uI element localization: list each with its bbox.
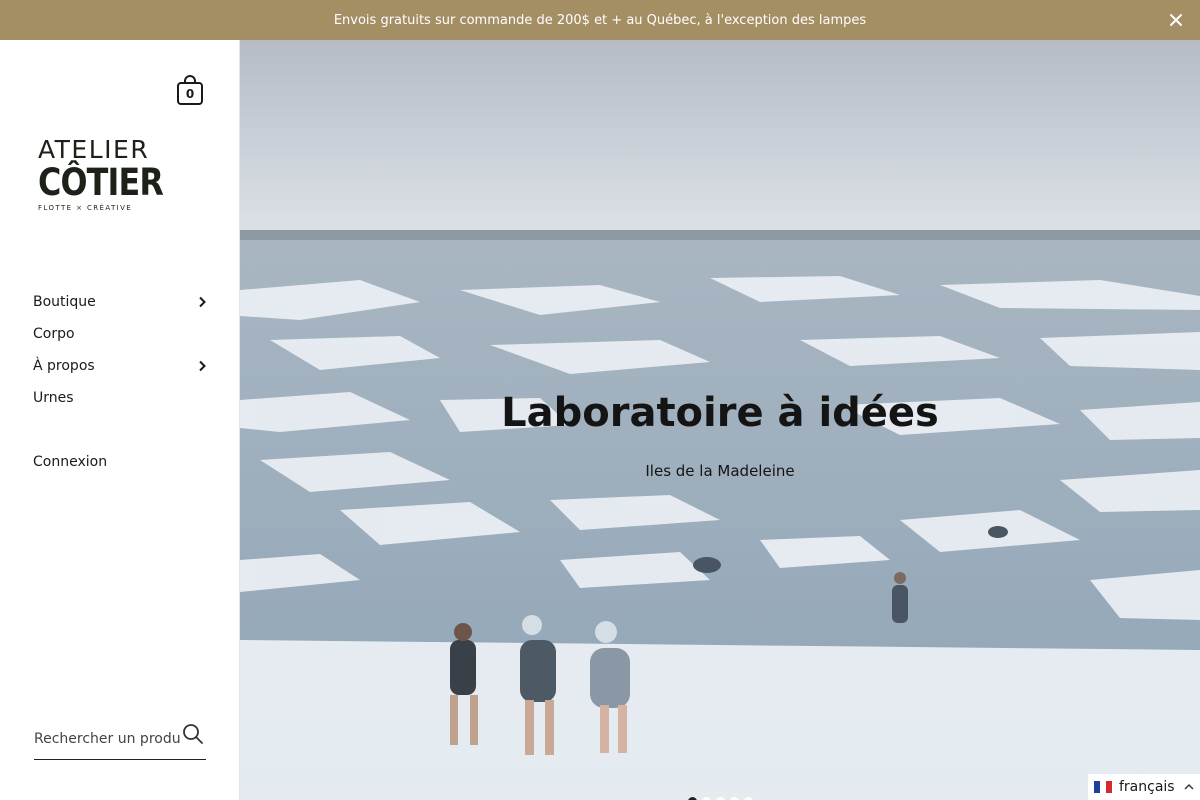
language-selector[interactable]: français — [1088, 774, 1200, 800]
nav-item-label: Boutique — [33, 294, 96, 310]
hero-subtitle: Iles de la Madeleine — [645, 462, 795, 480]
nav-item-label: À propos — [33, 358, 95, 374]
nav-item-urnes[interactable]: Urnes — [33, 382, 208, 414]
nav-item-label: Corpo — [33, 326, 75, 342]
nav-item-label: Urnes — [33, 390, 74, 406]
main-nav: Boutique Corpo À propos Urnes — [33, 286, 208, 414]
nav-item-boutique[interactable]: Boutique — [33, 286, 208, 318]
close-icon[interactable] — [1164, 8, 1188, 32]
nav-item-a-propos[interactable]: À propos — [33, 350, 208, 382]
search-button[interactable] — [182, 723, 206, 747]
search-form — [34, 719, 206, 760]
slide-dots — [675, 790, 765, 800]
chevron-right-icon — [196, 360, 208, 372]
cart-count: 0 — [185, 87, 195, 101]
france-flag-icon — [1094, 781, 1112, 793]
search-input[interactable] — [34, 725, 180, 753]
announcement-text: Envois gratuits sur commande de 200$ et … — [333, 12, 867, 28]
logo-line2: CÔTIER — [38, 161, 164, 204]
language-label: français — [1119, 779, 1175, 795]
sidebar: 0 ATELIER CÔTIER FLOTTE × CRÉATIVE Bouti… — [0, 40, 240, 800]
hero-slideshow: Laboratoire à idées Iles de la Madeleine — [240, 40, 1200, 800]
login-link[interactable]: Connexion — [33, 448, 107, 476]
hero-title: Laboratoire à idées — [501, 390, 939, 436]
announcement-bar: Envois gratuits sur commande de 200$ et … — [0, 0, 1200, 40]
logo-line1: ATELIER — [38, 135, 150, 164]
search-icon — [183, 724, 203, 744]
chevron-up-icon — [1184, 784, 1194, 790]
cart-button[interactable]: 0 — [176, 74, 204, 106]
chevron-right-icon — [196, 296, 208, 308]
nav-item-corpo[interactable]: Corpo — [33, 318, 208, 350]
logo[interactable]: ATELIER CÔTIER FLOTTE × CRÉATIVE — [38, 135, 164, 214]
